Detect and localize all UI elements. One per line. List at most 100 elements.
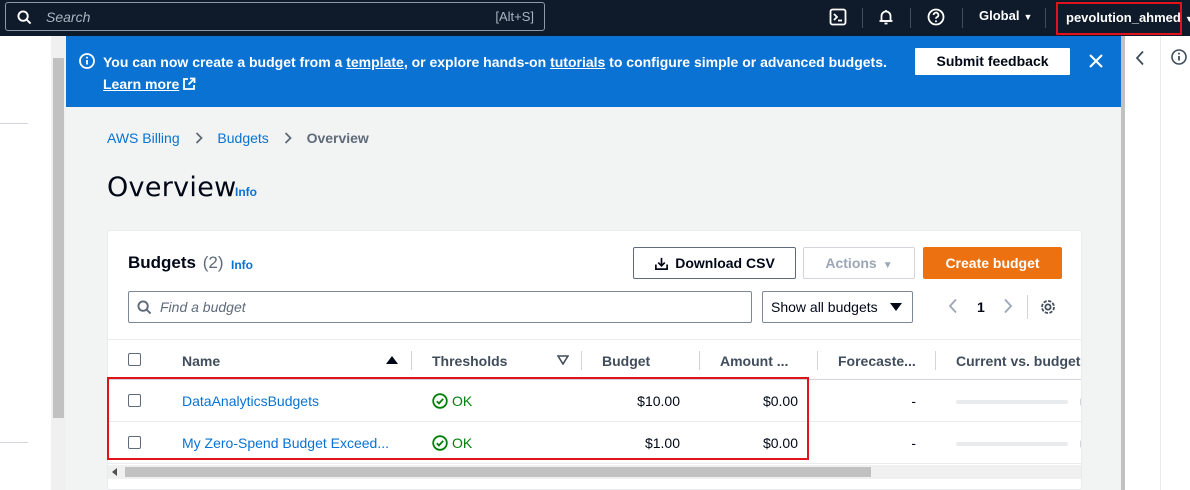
budget-filter-select[interactable]: Show all budgets [762, 291, 913, 323]
learn-more-link[interactable]: Learn more [103, 76, 179, 92]
search-icon [17, 10, 32, 25]
account-name: pevolution_ahmed [1066, 10, 1181, 25]
threshold-status-text: OK [452, 435, 473, 451]
scroll-left-icon[interactable] [112, 468, 117, 476]
column-resizer[interactable] [699, 351, 700, 370]
column-resizer[interactable] [817, 351, 818, 370]
page-info-link[interactable]: Info [235, 185, 257, 199]
tutorials-link[interactable]: tutorials [550, 54, 605, 70]
banner-text: , or explore hands-on [403, 54, 551, 70]
horizontal-scrollbar[interactable] [108, 465, 1081, 479]
column-resizer[interactable] [411, 351, 412, 370]
nav-divider [910, 8, 911, 28]
search-shortcut: [Alt+S] [495, 9, 534, 24]
global-search[interactable]: Search [Alt+S] [5, 2, 545, 31]
nav-divider [962, 8, 963, 28]
amount-used: $0.00 [762, 435, 798, 451]
info-banner: You can now create a budget from a templ… [66, 36, 1121, 107]
select-all-checkbox[interactable] [128, 353, 141, 366]
divider [0, 442, 28, 443]
forecasted-amount: - [911, 435, 916, 451]
create-budget-button[interactable]: Create budget [923, 247, 1062, 279]
actions-dropdown[interactable]: Actions ▼ [803, 247, 915, 279]
help-icon[interactable] [927, 8, 947, 28]
forecasted-amount: - [911, 393, 916, 409]
caret-down-icon: ▼ [1184, 14, 1190, 24]
column-budget[interactable]: Budget [602, 353, 650, 369]
pager-divider [1027, 295, 1028, 319]
caret-down-icon: ▼ [882, 260, 893, 271]
sort-ascending-icon[interactable] [386, 356, 398, 364]
find-budget-input[interactable] [160, 298, 740, 316]
column-resizer[interactable] [935, 351, 936, 370]
table-row: DataAnalyticsBudgets OK $10.00 $0.00 - [108, 380, 1081, 422]
close-icon[interactable] [1088, 53, 1104, 69]
nav-divider [862, 8, 863, 28]
chevron-right-icon[interactable] [1003, 298, 1013, 314]
budget-name-link[interactable]: DataAnalyticsBudgets [182, 393, 319, 409]
info-icon [79, 53, 95, 69]
banner-text: You can now create a budget from a [103, 54, 347, 70]
terminal-icon[interactable] [829, 8, 849, 28]
search-icon [137, 300, 152, 315]
threshold-status: OK [432, 393, 472, 409]
panel-divider [1160, 36, 1161, 490]
chevron-right-icon [195, 132, 203, 144]
page-number[interactable]: 1 [977, 299, 985, 315]
divider [0, 123, 28, 124]
caret-down-icon [890, 302, 902, 312]
filter-value: Show all budgets [771, 299, 878, 315]
nav-divider [1045, 8, 1046, 28]
download-csv-label: Download CSV [675, 255, 775, 271]
info-icon[interactable] [1171, 49, 1187, 65]
scrollbar-thumb[interactable] [125, 467, 871, 477]
column-amount[interactable]: Amount ... [720, 353, 788, 369]
banner-text: to configure simple or advanced budgets. [605, 54, 887, 70]
account-menu[interactable]: pevolution_ahmed ▼ [1056, 2, 1190, 35]
region-label: Global [979, 8, 1020, 23]
amount-used: $0.00 [762, 393, 798, 409]
region-selector[interactable]: Global ▼ [979, 8, 1032, 23]
budget-name-link[interactable]: My Zero-Spend Budget Exceed... [182, 435, 389, 451]
row-checkbox[interactable] [128, 394, 141, 407]
breadcrumb: AWS Billing Budgets Overview [107, 130, 369, 146]
budgets-info-link[interactable]: Info [231, 258, 253, 272]
scrollbar-thumb[interactable] [53, 58, 64, 418]
progress-indicator [1080, 440, 1081, 448]
gear-icon[interactable] [1039, 298, 1057, 316]
template-link[interactable]: template [346, 54, 404, 70]
submit-feedback-button[interactable]: Submit feedback [914, 47, 1071, 76]
download-icon [655, 257, 669, 270]
row-checkbox[interactable] [128, 436, 141, 449]
threshold-status-text: OK [452, 393, 473, 409]
column-resizer[interactable] [581, 351, 582, 370]
budgets-title: Budgets [128, 253, 196, 272]
breadcrumb-aws-billing[interactable]: AWS Billing [107, 130, 180, 146]
external-link-icon[interactable] [182, 77, 196, 91]
left-scrollbar[interactable] [51, 36, 66, 490]
column-name[interactable]: Name [182, 353, 220, 369]
breadcrumb-overview: Overview [306, 130, 369, 146]
top-navigation: Search [Alt+S] Global ▼ pevolution_ahmed ▼ [0, 0, 1190, 36]
download-csv-button[interactable]: Download CSV [633, 247, 796, 279]
chevron-left-icon[interactable] [1135, 50, 1145, 66]
column-forecasted[interactable]: Forecaste... [838, 353, 916, 369]
bell-icon[interactable] [877, 8, 897, 28]
sort-icon[interactable] [557, 355, 569, 365]
table-row: My Zero-Spend Budget Exceed... OK $1.00 … [108, 422, 1081, 464]
find-budget-field[interactable] [128, 291, 752, 323]
check-circle-icon [432, 393, 448, 409]
table-header: Name Thresholds Budget Amount ... Foreca… [108, 339, 1081, 380]
tools-panel-collapsed [1125, 36, 1190, 490]
chevron-left-icon[interactable] [948, 298, 958, 314]
budgets-heading: Budgets (2) [128, 253, 224, 273]
check-circle-icon [432, 435, 448, 451]
progress-indicator [1080, 398, 1081, 406]
budgets-count: (2) [202, 253, 224, 272]
column-current-vs-budgeted[interactable]: Current vs. budgete [956, 353, 1081, 369]
main-content: You can now create a budget from a templ… [66, 36, 1121, 490]
breadcrumb-budgets[interactable]: Budgets [217, 130, 268, 146]
budget-value: $10.00 [637, 393, 680, 409]
budget-progress-bar [956, 442, 1068, 446]
column-thresholds[interactable]: Thresholds [432, 353, 507, 369]
